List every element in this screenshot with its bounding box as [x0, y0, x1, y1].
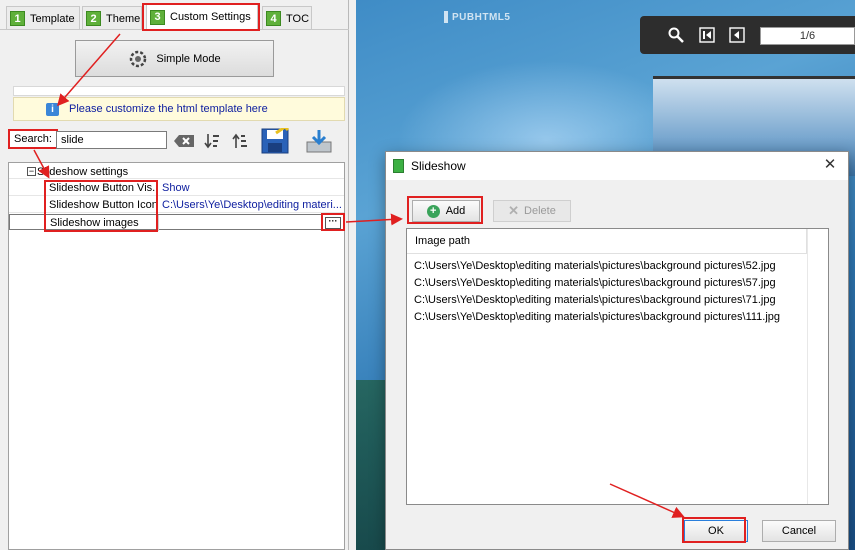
tab-label: TOC: [286, 12, 310, 25]
zoom-icon: [668, 27, 684, 43]
prev-page-button[interactable]: [729, 27, 745, 43]
delete-button[interactable]: ✕ Delete: [493, 200, 571, 222]
book-icon: [444, 11, 448, 23]
delete-icon: ✕: [508, 203, 520, 218]
backspace-icon: [174, 135, 194, 147]
page-number-input[interactable]: [760, 27, 855, 45]
ok-label: OK: [708, 525, 724, 537]
dialog-title: Slideshow: [411, 159, 466, 173]
delete-label: Delete: [524, 205, 556, 217]
property-value[interactable]: C:\Users\Ye\Desktop\editing materi...: [160, 197, 344, 213]
info-bar: i Please customize the html template her…: [13, 97, 345, 121]
save-button[interactable]: [260, 128, 290, 154]
tab-label: Template: [30, 12, 75, 25]
cancel-button[interactable]: Cancel: [762, 520, 836, 542]
property-name: Slideshow Button Vis...: [46, 180, 158, 196]
sort-up-icon: [232, 133, 247, 148]
collapse-icon[interactable]: −: [27, 167, 36, 176]
list-scrollbar[interactable]: [807, 229, 828, 504]
sort-down-icon: [204, 134, 219, 149]
category-row[interactable]: − Slideshow settings: [9, 163, 344, 179]
save-icon: [261, 128, 289, 154]
search-label: Search:: [8, 129, 58, 149]
table-row[interactable]: Slideshow Button Icon C:\Users\Ye\Deskto…: [9, 197, 344, 213]
sort-down-button[interactable]: [201, 128, 223, 154]
category-header: − Slideshow settings: [27, 164, 128, 179]
info-icon: i: [46, 103, 59, 116]
add-button[interactable]: + Add: [412, 200, 480, 222]
tab-number: 3: [150, 9, 165, 25]
import-button[interactable]: [304, 128, 334, 154]
ellipsis-button[interactable]: ···: [325, 217, 341, 229]
tab-divider: [0, 29, 349, 30]
close-icon[interactable]: ✕: [822, 157, 838, 173]
prev-page-icon: [729, 27, 745, 43]
category-label: Slideshow settings: [37, 165, 129, 178]
list-header: Image path: [407, 229, 807, 254]
tab-bar: 1 Template 2 Theme 3 Custom Settings 4 T…: [0, 0, 349, 30]
list-item[interactable]: C:\Users\Ye\Desktop\editing materials\pi…: [414, 309, 780, 326]
first-page-icon: [699, 27, 715, 43]
tab-theme[interactable]: 2 Theme: [82, 6, 142, 30]
table-row-selected[interactable]: Slideshow images ···: [9, 214, 345, 231]
slideshow-dialog: Slideshow ✕ + Add ✕ Delete Image path C:…: [385, 151, 849, 550]
list-item[interactable]: C:\Users\Ye\Desktop\editing materials\pi…: [414, 275, 776, 292]
cancel-label: Cancel: [781, 525, 817, 537]
simple-mode-button[interactable]: Simple Mode: [75, 40, 274, 77]
tab-toc[interactable]: 4 TOC: [262, 6, 312, 30]
table-row[interactable]: Slideshow Button Vis... Show: [9, 180, 344, 196]
list-item[interactable]: C:\Users\Ye\Desktop\editing materials\pi…: [414, 292, 776, 309]
first-page-button[interactable]: [699, 27, 715, 43]
plus-icon: +: [426, 204, 440, 218]
tab-label: Custom Settings: [170, 11, 251, 23]
tab-label: Theme: [106, 12, 141, 25]
dialog-titlebar: Slideshow ✕: [386, 152, 848, 180]
settings-panel: 1 Template 2 Theme 3 Custom Settings 4 T…: [0, 0, 349, 550]
image-path-list[interactable]: Image path C:\Users\Ye\Desktop\editing m…: [406, 228, 829, 505]
add-label: Add: [445, 205, 466, 217]
property-grid: − Slideshow settings Slideshow Button Vi…: [8, 162, 345, 550]
tab-number: 4: [266, 11, 281, 26]
property-value[interactable]: [161, 215, 345, 231]
tab-custom-settings[interactable]: 3 Custom Settings: [146, 3, 258, 30]
brand-logo: PUBHTML5: [444, 9, 510, 25]
clear-search-button[interactable]: [172, 128, 196, 154]
property-name: Slideshow Button Icon: [46, 197, 158, 213]
tab-number: 1: [10, 11, 25, 26]
tab-template[interactable]: 1 Template: [6, 6, 80, 30]
download-icon: [306, 130, 332, 153]
zoom-button[interactable]: [668, 27, 684, 43]
property-name: Slideshow images: [47, 215, 159, 231]
property-value[interactable]: Show: [160, 180, 344, 196]
brand-text: PUBHTML5: [452, 11, 511, 23]
search-input[interactable]: [56, 131, 167, 149]
ok-button[interactable]: OK: [684, 520, 748, 542]
gear-icon: [130, 50, 147, 67]
empty-bar: [13, 86, 345, 96]
sort-up-button[interactable]: [229, 128, 251, 154]
tab-number: 2: [86, 11, 101, 26]
simple-mode-label: Simple Mode: [156, 52, 221, 65]
info-text: Please customize the html template here: [69, 103, 268, 115]
book-icon: [393, 159, 404, 173]
list-item[interactable]: C:\Users\Ye\Desktop\editing materials\pi…: [414, 258, 776, 275]
